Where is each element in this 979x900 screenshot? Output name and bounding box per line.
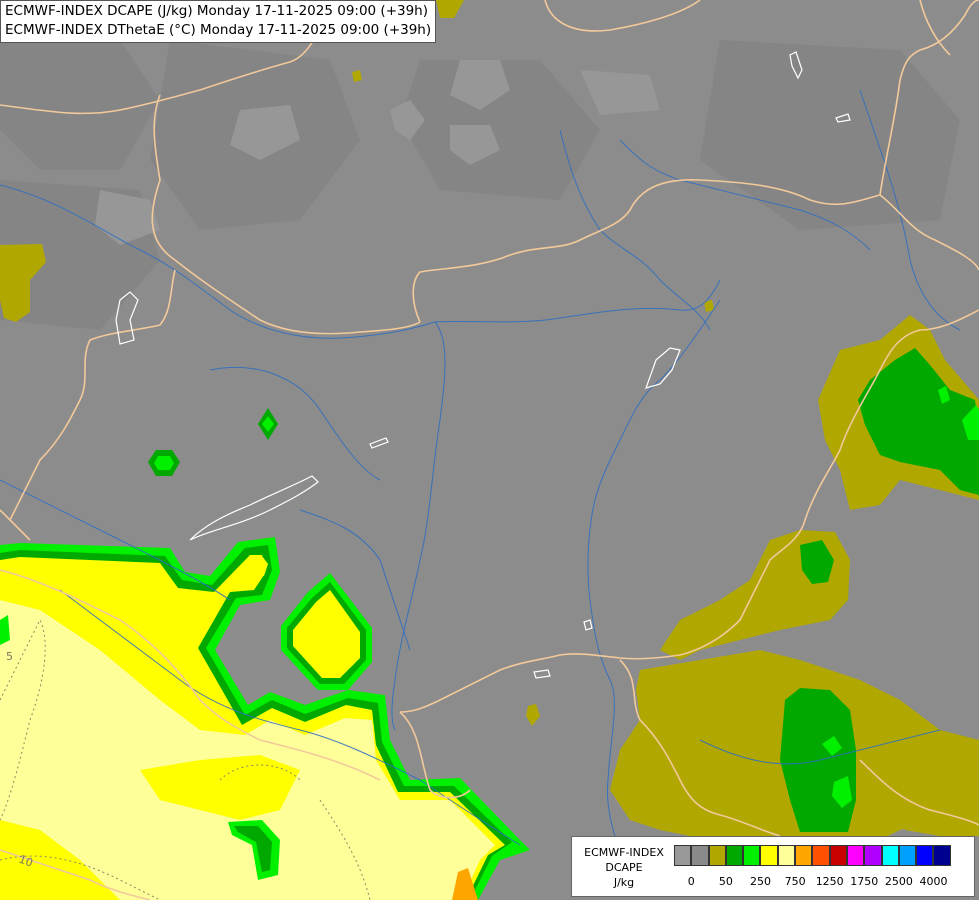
legend-swatch	[795, 845, 813, 866]
contour-label-5: 5	[6, 650, 13, 663]
legend-swatch	[864, 845, 882, 866]
legend-swatch	[691, 845, 709, 866]
legend-swatch	[674, 845, 692, 866]
map-title: ECMWF-INDEX DCAPE (J/kg) Monday 17-11-20…	[0, 0, 437, 43]
legend-tick-label: 1750	[850, 875, 879, 888]
legend-title-model: ECMWF-INDEX	[584, 846, 664, 859]
legend-swatches	[674, 845, 951, 866]
legend-tick-label: 2500	[884, 875, 913, 888]
legend-tick-label: 0	[687, 875, 695, 888]
legend-swatch	[760, 845, 778, 866]
legend-swatch	[846, 845, 865, 866]
map-canvas: 5 10	[0, 0, 979, 900]
legend-tick-label: 50	[718, 875, 733, 888]
legend-swatch	[898, 845, 917, 866]
title-line-dcape: ECMWF-INDEX DCAPE (J/kg) Monday 17-11-20…	[5, 3, 429, 19]
legend-swatch	[743, 845, 761, 866]
legend-swatch	[708, 845, 726, 866]
legend-swatch	[933, 845, 951, 866]
legend-swatch	[916, 845, 934, 866]
legend-swatch	[829, 845, 847, 866]
title-line-dthetae: ECMWF-INDEX DThetaE (°C) Monday 17-11-20…	[5, 22, 432, 38]
color-legend: ECMWF-INDEX DCAPE J/kg 0 50 250 750 1250 1750…	[571, 836, 975, 897]
legend-title: ECMWF-INDEX DCAPE J/kg	[576, 845, 672, 890]
legend-title-unit: J/kg	[613, 876, 635, 889]
legend-swatch	[881, 845, 899, 866]
legend-swatch	[812, 845, 830, 866]
legend-tick-label: 1250	[815, 875, 844, 888]
legend-tick-label: 750	[784, 875, 806, 888]
legend-tick-label: 250	[750, 875, 771, 888]
legend-ticks: 0 50 250 750 1250 1750 2500 4000	[674, 875, 974, 889]
legend-title-param: DCAPE	[605, 861, 643, 874]
legend-swatch	[725, 845, 744, 866]
legend-swatch	[777, 845, 796, 866]
legend-tick-label: 4000	[919, 875, 948, 888]
